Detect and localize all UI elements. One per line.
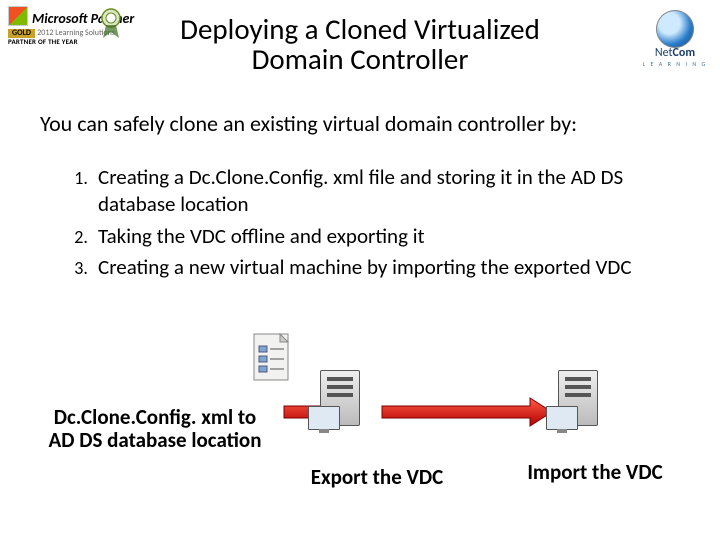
slide-title: Deploying a Cloned Virtualized Domain Co… bbox=[0, 14, 720, 75]
caption-config: Dc.Clone.Config. xml to AD DS database l… bbox=[40, 406, 270, 452]
intro-text: You can safely clone an existing virtual… bbox=[40, 110, 680, 137]
diagram: Dc.Clone.Config. xml to AD DS database l… bbox=[0, 330, 720, 520]
steps-list: Creating a Dc.Clone.Config. xml file and… bbox=[64, 164, 670, 285]
server-source-icon bbox=[312, 370, 368, 460]
list-item: Creating a new virtual machine by import… bbox=[92, 254, 670, 281]
header: Microsoft Partner GOLD 2012 Learning Sol… bbox=[0, 0, 720, 78]
server-target-icon bbox=[550, 370, 606, 460]
config-file-icon bbox=[250, 330, 294, 386]
slide: Microsoft Partner GOLD 2012 Learning Sol… bbox=[0, 0, 720, 540]
list-item: Creating a Dc.Clone.Config. xml file and… bbox=[92, 164, 670, 219]
caption-import: Import the VDC bbox=[500, 461, 690, 484]
arrow-icon bbox=[380, 396, 554, 428]
list-item: Taking the VDC offline and exporting it bbox=[92, 223, 670, 250]
caption-export: Export the VDC bbox=[292, 466, 462, 489]
